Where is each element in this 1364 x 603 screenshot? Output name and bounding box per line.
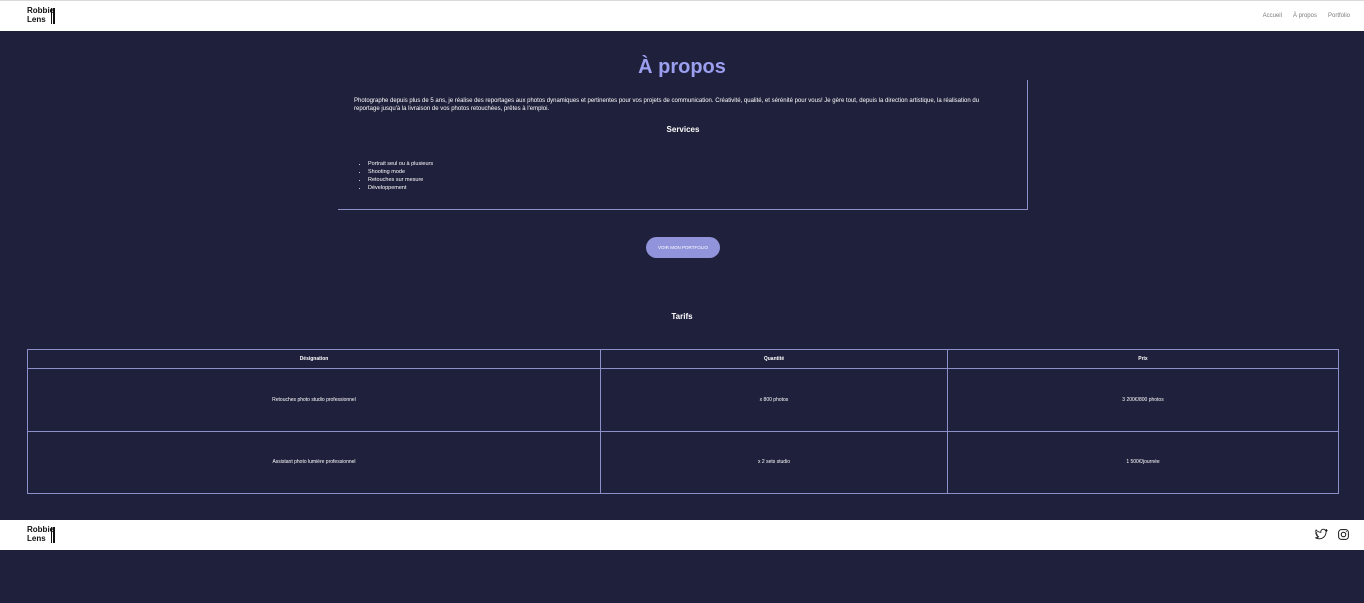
service-item: Développement [368,184,433,192]
pricing-table: Désignation Quantité Prix Retouches phot… [27,348,1339,495]
page-title: À propos [638,56,726,78]
footer-logo[interactable]: Robbie Lens [27,525,57,545]
footer: Robbie Lens [0,520,1364,550]
tarifs-title: Tarifs [671,312,693,321]
service-item: Portrait seul ou à plusieurs [368,160,433,168]
logo-bars-icon [51,8,55,24]
nav-link-accueil[interactable]: Accueil [1263,13,1282,19]
instagram-icon[interactable] [1337,528,1350,541]
table-cell: x 2 sets studio [600,430,948,495]
main-nav: Accueil À propos Portfolio [1263,13,1350,19]
table-cell: 3 200€/800 photos [947,368,1339,432]
table-header-row: Désignation Quantité Prix [27,348,1339,370]
services-title: Services [666,125,700,134]
table-cell: x 800 photos [600,368,948,432]
top-navbar: Robbie Lens Accueil À propos Portfolio [0,0,1364,31]
nav-link-a-propos[interactable]: À propos [1293,13,1317,19]
column-header-quantite: Quantité [600,348,948,370]
portfolio-button[interactable]: VOIR MON PORTFOLIO [646,237,720,258]
nav-link-portfolio[interactable]: Portfolio [1328,13,1350,19]
logo[interactable]: Robbie Lens [27,6,57,26]
services-list: Portrait seul ou à plusieurs Shooting mo… [368,160,433,192]
table-cell: Assistant photo lumière professionnel [27,430,601,495]
about-text: Photographe depuis plus de 5 ans, je réa… [354,98,980,112]
service-item: Retouches sur mesure [368,176,433,184]
column-header-designation: Désignation [27,348,601,370]
logo-bars-icon [51,527,55,543]
table-cell: 1 500€/journée [947,430,1339,495]
service-item: Shooting mode [368,168,433,176]
twitter-icon[interactable] [1315,528,1328,541]
social-links [1315,528,1350,541]
table-row: Retouches photo studio professionnel x 8… [27,368,1339,432]
table-row: Assistant photo lumière professionnel x … [27,430,1339,495]
table-cell: Retouches photo studio professionnel [27,368,601,432]
about-section: Photographe depuis plus de 5 ans, je réa… [338,80,1028,210]
column-header-prix: Prix [947,348,1339,370]
